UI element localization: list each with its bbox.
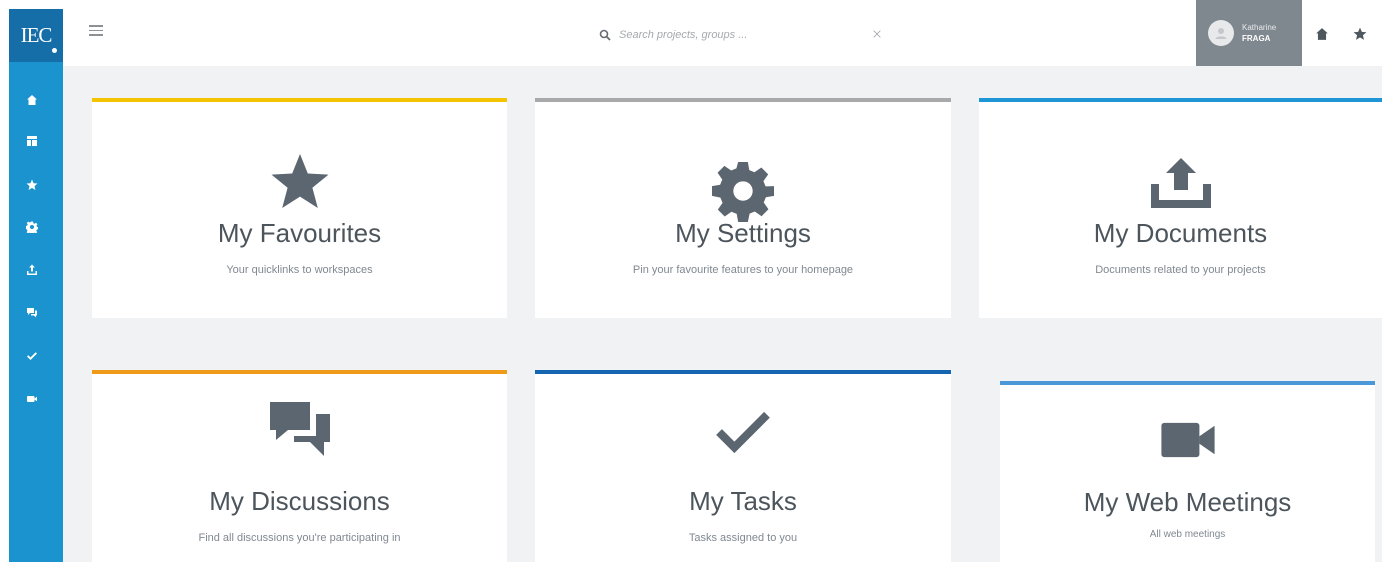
home-icon <box>1316 28 1328 40</box>
card-title: My Favourites <box>217 218 382 248</box>
card-subtitle: Documents related to your projects <box>1095 264 1266 276</box>
upload-icon <box>27 264 37 275</box>
sidebar-item-tasks[interactable] <box>9 344 55 368</box>
clear-search-button[interactable] <box>871 27 887 43</box>
header-home-button[interactable] <box>1315 27 1329 41</box>
main-content: My Favourites Your quicklinks to workspa… <box>63 66 1382 562</box>
sidebar-item-web-meetings[interactable] <box>9 387 55 411</box>
card-my-tasks[interactable]: My Tasks Tasks assigned to you <box>535 370 951 562</box>
video-icon <box>1159 421 1217 459</box>
user-avatar-icon <box>1215 28 1227 39</box>
card-title: My Discussions <box>209 486 390 516</box>
sidebar-item-settings[interactable] <box>9 215 55 239</box>
card-subtitle: Find all discussions you're participatin… <box>198 532 401 544</box>
sidebar-item-home[interactable] <box>9 88 55 112</box>
app-window: IEC Search projects, groups ... Katharin… <box>0 0 1382 562</box>
top-bar: Katharine FRAGA <box>63 0 1382 66</box>
card-subtitle: Tasks assigned to you <box>688 532 798 544</box>
user-last-name: FRAGA <box>1242 34 1271 43</box>
chat-icon <box>27 308 37 318</box>
card-subtitle: All web meetings <box>1149 529 1226 540</box>
check-icon <box>27 352 37 360</box>
video-icon <box>27 396 37 402</box>
logo-dot <box>52 48 57 53</box>
user-first-name: Katharine <box>1242 23 1277 32</box>
card-my-favourites[interactable]: My Favourites Your quicklinks to workspa… <box>92 98 507 318</box>
sidebar: IEC <box>9 9 63 562</box>
card-subtitle: Pin your favourite features to your home… <box>632 264 854 276</box>
sidebar-item-discussions[interactable] <box>9 301 55 325</box>
star-icon <box>1353 27 1367 40</box>
card-my-documents[interactable]: My Documents Documents related to your p… <box>979 98 1382 318</box>
card-title: My Web Meetings <box>1083 487 1292 517</box>
search-icon <box>599 29 611 41</box>
dashboard-icon <box>27 136 37 146</box>
card-my-web-meetings[interactable]: My Web Meetings All web meetings <box>1000 381 1375 562</box>
sidebar-item-documents[interactable] <box>9 258 55 282</box>
menu-toggle-button[interactable] <box>89 25 105 37</box>
hamburger-line <box>89 25 103 27</box>
card-my-settings[interactable]: My Settings Pin your favourite features … <box>535 98 951 318</box>
chat-icon <box>268 400 332 460</box>
hamburger-line <box>89 34 103 36</box>
user-menu[interactable]: Katharine FRAGA <box>1196 0 1302 66</box>
iec-logo[interactable]: IEC <box>9 9 63 62</box>
card-title: My Settings <box>675 218 811 248</box>
card-title: My Tasks <box>689 486 797 516</box>
gear-icon <box>26 221 38 233</box>
hamburger-line <box>89 29 103 31</box>
search-bar <box>599 24 899 46</box>
search-input[interactable] <box>619 29 809 41</box>
close-icon <box>873 30 881 38</box>
upload-icon <box>1149 156 1213 212</box>
gear-icon <box>712 160 774 222</box>
check-icon <box>714 410 772 456</box>
user-name: Katharine FRAGA <box>1242 22 1276 44</box>
card-title: My Documents <box>1093 218 1268 248</box>
star-icon <box>270 152 330 212</box>
star-icon <box>26 179 38 190</box>
home-icon <box>27 95 37 105</box>
header-favourites-button[interactable] <box>1353 27 1367 41</box>
avatar <box>1208 20 1234 46</box>
card-my-discussions[interactable]: My Discussions Find all discussions you'… <box>92 370 507 562</box>
sidebar-item-favourites[interactable] <box>9 173 55 197</box>
logo-text: IEC <box>20 23 53 47</box>
card-subtitle: Your quicklinks to workspaces <box>226 264 373 276</box>
sidebar-item-dashboard[interactable] <box>9 129 55 153</box>
